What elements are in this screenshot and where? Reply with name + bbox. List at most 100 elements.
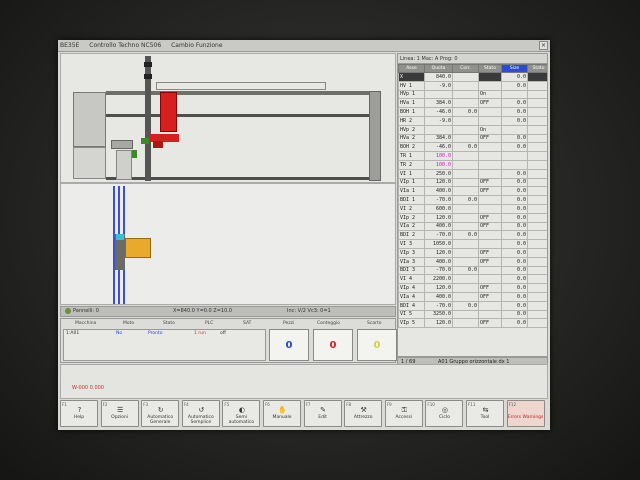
fkey-f1[interactable]: F1? Help: [60, 400, 98, 427]
axis-row[interactable]: VI 5 3250.0 0.0: [398, 309, 547, 320]
axis-name: TR 1: [398, 151, 425, 161]
axis-row[interactable]: BOH 2 -46.0 0.0 0.0: [398, 142, 547, 153]
machine-top-view: [60, 183, 396, 305]
axis-row[interactable]: VIa 3 400.0 OFF 0.0: [398, 256, 547, 267]
axis-row[interactable]: BDI 3 -70.0 0.0 0.0: [398, 265, 547, 276]
axis-quota: 120.0: [424, 283, 453, 293]
machine-left-housing-lower: [73, 147, 106, 179]
fkey-label: Edit: [318, 415, 327, 420]
axis-state-2: [527, 230, 547, 241]
axis-corr: [452, 186, 479, 197]
axis-state: OFF: [478, 177, 502, 188]
col-stato[interactable]: Stato: [478, 64, 502, 73]
axis-quota: 400.0: [424, 221, 453, 232]
axis-name: HVa 1: [398, 98, 425, 109]
axis-row[interactable]: VIa 4 400.0 OFF 0.0: [398, 291, 547, 302]
axis-row[interactable]: VI 4 2200.0 0.0: [398, 274, 547, 285]
axis-state: OFF: [478, 221, 502, 232]
axis-quota: -46.0: [424, 142, 453, 153]
axis-row[interactable]: TR 2 100.0: [398, 159, 547, 170]
fkey-f9[interactable]: F9 ⚿ Accessi: [384, 400, 423, 427]
axis-state: OFF: [478, 133, 502, 144]
fkey-f11[interactable]: F11 ⇆ Tool: [466, 400, 504, 427]
axis-corr: [452, 247, 479, 258]
axis-row[interactable]: VIp 5 120.0 OFF 0.0: [398, 318, 547, 329]
fkey-f8[interactable]: F8 ⚒ Attrezzo: [344, 400, 383, 427]
fkey-f5[interactable]: F5 ◐ Semi automatico: [222, 400, 261, 427]
axis-row[interactable]: HVp 2 On: [398, 124, 547, 135]
axis-row[interactable]: VIa 2 400.0 OFF 0.0: [398, 221, 547, 232]
axis-size: 0.0: [501, 318, 528, 329]
axis-state-2: [527, 221, 547, 232]
col-size[interactable]: Size: [501, 64, 528, 73]
axis-row[interactable]: VI 1 250.0 0.0: [398, 168, 547, 179]
axis-row[interactable]: HVa 1 384.0 OFF 0.0: [398, 98, 547, 109]
axis-row[interactable]: VIa 1 400.0 OFF 0.0: [398, 186, 547, 197]
position-readout: X=840.0 Y=0.0 Z=10.0: [173, 308, 233, 314]
axis-state-2: [527, 256, 547, 267]
fkey-f12[interactable]: F12 Errors Warnings: [506, 400, 545, 427]
fkey-number: F10: [427, 402, 435, 407]
fkey-label: Accessi: [395, 415, 413, 420]
axis-size: 0.0: [501, 309, 528, 320]
header-stato: Stato: [163, 321, 175, 326]
axis-state-2: [527, 318, 547, 329]
machine-row[interactable]: 1:A01 No Pronto 1 run off: [63, 329, 266, 361]
fkey-number: F9: [386, 402, 392, 407]
axis-corr: [452, 239, 479, 249]
axis-row[interactable]: X 840.0 0.0: [398, 72, 547, 82]
axis-row[interactable]: VIp 2 120.0 OFF 0.0: [398, 212, 547, 223]
axis-row[interactable]: HV 1 -9.0 0.0: [398, 80, 547, 91]
fkey-f4[interactable]: F4 ↺ Automatico Semplice: [181, 400, 220, 427]
fkey-number: F2: [102, 402, 108, 407]
axis-state: [478, 142, 502, 153]
axis-state-2: [527, 247, 547, 258]
fkey-number: F1: [62, 402, 67, 407]
axis-name: BDI 4: [398, 300, 425, 311]
close-icon[interactable]: ×: [539, 41, 548, 50]
axis-quota: 120.0: [424, 177, 453, 188]
axis-corr: [452, 274, 479, 285]
axis-quota: 600.0: [424, 203, 453, 214]
col-corr[interactable]: Corr.: [452, 64, 479, 73]
axis-row[interactable]: VIp 3 120.0 OFF 0.0: [398, 247, 547, 258]
axis-state: [478, 168, 502, 179]
axis-state: OFF: [478, 291, 502, 302]
col-quota[interactable]: Quota: [424, 64, 453, 73]
axis-corr: [452, 168, 479, 179]
axis-row[interactable]: HR 2 -9.0 0.0: [398, 115, 547, 126]
axis-row[interactable]: BDI 4 -70.0 0.0 0.0: [398, 300, 547, 311]
fkey-number: F12: [508, 402, 516, 407]
axis-state: [478, 230, 502, 241]
fkey-f3[interactable]: F3 ↻ Automatico Generale: [141, 400, 180, 427]
fkey-f6[interactable]: F6 ✋ Manuale: [263, 400, 301, 427]
axis-state: [478, 274, 502, 285]
axis-state: [478, 107, 502, 117]
fkey-f10[interactable]: F10 ◎ Ciclo: [425, 400, 464, 427]
axis-row[interactable]: BOH 1 -46.0 0.0 0.0: [398, 107, 547, 117]
axis-corr: [452, 80, 479, 91]
axis-row[interactable]: VIp 1 120.0 OFF 0.0: [398, 177, 547, 188]
axes-panel-header: Linea: 1 Mac: A Prog: 0: [398, 54, 547, 64]
fkey-number: F11: [468, 402, 476, 407]
axis-row[interactable]: VI 2 600.0 0.0: [398, 203, 547, 214]
fkey-number: F3: [143, 402, 149, 407]
title-app: BE35E: [60, 42, 80, 49]
axis-row[interactable]: VI 3 1050.0 0.0: [398, 239, 547, 249]
axis-row[interactable]: VIp 4 120.0 OFF 0.0: [398, 283, 547, 293]
fkey-f7[interactable]: F7 ✎ Edit: [303, 400, 342, 427]
fkey-f2[interactable]: F2 ☰ Opzioni: [100, 400, 139, 427]
col-asse[interactable]: Asse: [398, 64, 425, 73]
conteggio-value: 0: [329, 340, 337, 351]
axis-row[interactable]: BDI 1 -70.0 0.0 0.0: [398, 195, 547, 205]
axis-name: BOH 1: [398, 107, 425, 117]
axis-row[interactable]: HVp 1 On: [398, 89, 547, 100]
axis-quota: 1050.0: [424, 239, 453, 249]
axis-row[interactable]: TR 1 100.0: [398, 151, 547, 161]
col-stato-2[interactable]: Stato: [527, 64, 547, 73]
axis-row[interactable]: BDI 2 -70.0 0.0 0.0: [398, 230, 547, 241]
axis-state-2: [527, 239, 547, 249]
clamp-cyan: [116, 234, 124, 240]
gray-tool-block: [111, 140, 133, 149]
axis-row[interactable]: HVa 2 384.0 OFF 0.0: [398, 133, 547, 144]
